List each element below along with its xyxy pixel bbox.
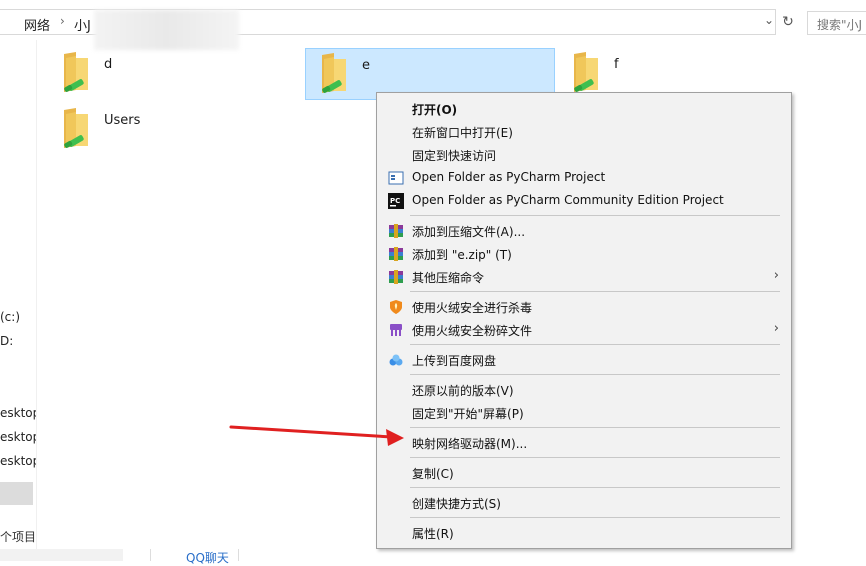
- folder-name: e: [362, 58, 370, 73]
- archive-icon: [389, 270, 403, 284]
- svg-text:PC: PC: [390, 197, 400, 205]
- address-bar[interactable]: 网络 › 小J: [0, 9, 776, 50]
- qq-chat-label[interactable]: QQ聊天: [186, 549, 229, 566]
- menu-item-label: 固定到"开始"屏幕(P): [412, 407, 524, 421]
- menu-item-label: Open Folder as PyCharm Community Edition…: [412, 193, 724, 207]
- network-folder-icon: [64, 108, 88, 148]
- divider: [238, 549, 239, 561]
- menu-item-label: 还原以前的版本(V): [412, 384, 514, 398]
- breadcrumb-separator[interactable]: ›: [60, 14, 65, 28]
- menu-item-label: 使用火绒安全粉碎文件: [412, 324, 533, 338]
- folder-name: d: [104, 57, 113, 72]
- menu-item-create-shortcut[interactable]: 创建快捷方式(S): [379, 491, 789, 514]
- menu-item-label: 固定到快速访问: [412, 149, 497, 163]
- taskbar-strip: [0, 549, 123, 561]
- nav-item-d[interactable]: D:: [0, 334, 36, 348]
- folder-name: f: [614, 57, 619, 72]
- archive-icon: [389, 247, 403, 261]
- menu-item-label: 映射网络驱动器(M)...: [412, 437, 528, 451]
- pycharm-project-icon: [388, 171, 404, 185]
- menu-separator: [410, 215, 780, 216]
- menu-item-label: 其他压缩命令: [412, 271, 485, 285]
- network-folder-icon: [574, 52, 598, 92]
- context-menu: 打开(O) 在新窗口中打开(E) 固定到快速访问 Open Folder as …: [376, 92, 792, 549]
- menu-item-label: 添加到压缩文件(A)...: [412, 225, 526, 239]
- search-input[interactable]: 搜索"小J: [807, 11, 866, 35]
- chevron-right-icon: ›: [773, 321, 779, 336]
- nav-selected-item[interactable]: [0, 482, 33, 505]
- menu-item-pycharm-project[interactable]: Open Folder as PyCharm Project: [379, 166, 789, 189]
- menu-separator: [410, 487, 780, 488]
- menu-item-label: 复制(C): [412, 467, 454, 481]
- folder-item-users[interactable]: Users: [48, 104, 298, 156]
- menu-item-label: 添加到 "e.zip" (T): [412, 248, 512, 262]
- menu-item-other-compress[interactable]: 其他压缩命令 ›: [379, 265, 789, 288]
- pycharm-ce-icon: PC: [388, 193, 404, 209]
- refresh-icon[interactable]: ↻: [778, 9, 798, 35]
- menu-item-open[interactable]: 打开(O): [379, 97, 789, 120]
- menu-item-label: Open Folder as PyCharm Project: [412, 170, 606, 184]
- menu-separator: [410, 344, 780, 345]
- menu-item-properties[interactable]: 属性(R): [379, 521, 789, 544]
- menu-separator: [410, 517, 780, 518]
- huorong-shield-icon: [390, 300, 402, 314]
- menu-separator: [410, 457, 780, 458]
- menu-item-huorong-shred[interactable]: 使用火绒安全粉碎文件 ›: [379, 318, 789, 341]
- nav-item-desktop[interactable]: esktop: [0, 454, 36, 468]
- menu-item-pin-start[interactable]: 固定到"开始"屏幕(P): [379, 401, 789, 424]
- menu-item-pin-quick-access[interactable]: 固定到快速访问: [379, 143, 789, 166]
- network-folder-icon: [64, 52, 88, 92]
- status-item-count: 个项目: [0, 530, 37, 544]
- menu-separator: [410, 374, 780, 375]
- chevron-down-icon[interactable]: ⌄: [764, 13, 774, 27]
- menu-item-add-archive[interactable]: 添加到压缩文件(A)...: [379, 219, 789, 242]
- menu-item-label: 上传到百度网盘: [412, 354, 497, 368]
- nav-item-desktop[interactable]: esktop: [0, 430, 36, 444]
- menu-item-copy[interactable]: 复制(C): [379, 461, 789, 484]
- shredder-icon: [390, 324, 402, 336]
- menu-separator: [410, 291, 780, 292]
- breadcrumb-network[interactable]: 网络: [24, 15, 50, 34]
- folder-item-d[interactable]: d: [48, 48, 298, 100]
- menu-item-label: 属性(R): [412, 527, 454, 541]
- archive-icon: [389, 224, 403, 238]
- menu-item-pycharm-ce-project[interactable]: PC Open Folder as PyCharm Community Edit…: [379, 189, 789, 212]
- nav-item-desktop[interactable]: esktop: [0, 406, 36, 420]
- menu-item-add-zip[interactable]: 添加到 "e.zip" (T): [379, 242, 789, 265]
- menu-item-label: 在新窗口中打开(E): [412, 126, 513, 140]
- redacted-area: [94, 10, 239, 50]
- menu-item-restore-versions[interactable]: 还原以前的版本(V): [379, 378, 789, 401]
- breadcrumb-host[interactable]: 小J: [74, 15, 91, 34]
- menu-item-huorong-scan[interactable]: 使用火绒安全进行杀毒: [379, 295, 789, 318]
- menu-item-label: 打开(O): [412, 103, 458, 117]
- navigation-pane: (c:) D: esktop esktop esktop: [0, 40, 37, 561]
- baidu-cloud-icon: [389, 354, 403, 366]
- menu-separator: [410, 427, 780, 428]
- chevron-right-icon: ›: [773, 268, 779, 283]
- menu-item-label: 创建快捷方式(S): [412, 497, 501, 511]
- network-folder-icon: [322, 53, 346, 93]
- menu-item-open-new-window[interactable]: 在新窗口中打开(E): [379, 120, 789, 143]
- menu-item-baidu-upload[interactable]: 上传到百度网盘: [379, 348, 789, 371]
- divider: [150, 549, 151, 561]
- menu-item-map-network-drive[interactable]: 映射网络驱动器(M)...: [379, 431, 789, 454]
- nav-item-c[interactable]: (c:): [0, 310, 36, 324]
- folder-name: Users: [104, 113, 141, 128]
- menu-item-label: 使用火绒安全进行杀毒: [412, 301, 533, 315]
